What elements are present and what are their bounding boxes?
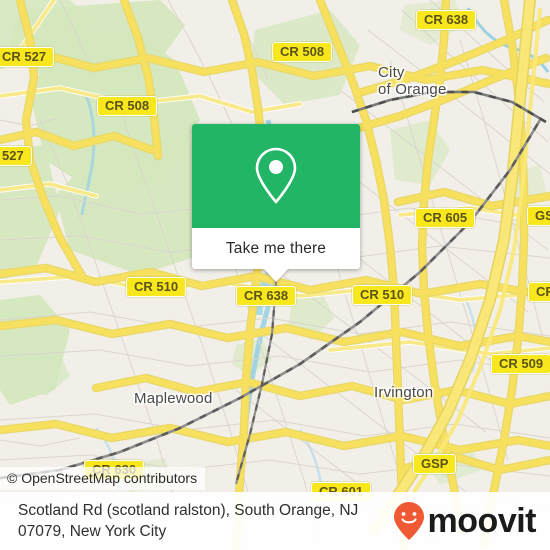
route-shield-gsp-bottom[interactable]: GSP xyxy=(413,454,457,474)
route-shield-cr-605[interactable]: CR 605 xyxy=(415,208,476,228)
route-shield-cr-510-left[interactable]: CR 510 xyxy=(126,277,187,297)
route-shield-cr-5-right[interactable]: CR 5 xyxy=(528,282,550,302)
route-shield-cr-508-left[interactable]: CR 508 xyxy=(97,96,158,116)
bottom-info-bar: Scotland Rd (scotland ralston), South Or… xyxy=(0,492,550,550)
popup-marker-panel xyxy=(192,124,360,228)
take-me-there-button[interactable]: Take me there xyxy=(192,228,360,269)
route-shield-cr-508-upper[interactable]: CR 508 xyxy=(272,42,333,62)
map-screenshot: City of Orange Maplewood Irvington CR 63… xyxy=(0,0,550,550)
route-shield-cr-638-north[interactable]: CR 638 xyxy=(416,10,477,30)
map-canvas[interactable]: City of Orange Maplewood Irvington CR 63… xyxy=(0,0,550,550)
route-shield-gsp-right[interactable]: GSP xyxy=(527,206,550,226)
location-popup-card[interactable]: Take me there xyxy=(192,124,360,282)
location-address: Scotland Rd (scotland ralston), South Or… xyxy=(18,502,359,540)
osm-attribution[interactable]: © OpenStreetMap contributors xyxy=(0,467,206,490)
moovit-wordmark: moovit xyxy=(427,502,537,540)
popup-pointer-tail xyxy=(263,268,289,282)
route-shield-cr-509[interactable]: CR 509 xyxy=(491,354,550,374)
route-shield-cr-510-right[interactable]: CR 510 xyxy=(352,285,413,305)
map-pin-icon xyxy=(255,147,297,204)
take-me-there-label: Take me there xyxy=(225,239,327,257)
route-shield-cr-638-mid[interactable]: CR 638 xyxy=(236,286,297,306)
moovit-logo[interactable]: moovit xyxy=(392,501,537,541)
route-shield-cr-527-upper[interactable]: CR 527 xyxy=(0,47,55,67)
moovit-smile-pin-icon xyxy=(393,502,424,540)
route-shield-527-left[interactable]: 527 xyxy=(0,146,32,166)
